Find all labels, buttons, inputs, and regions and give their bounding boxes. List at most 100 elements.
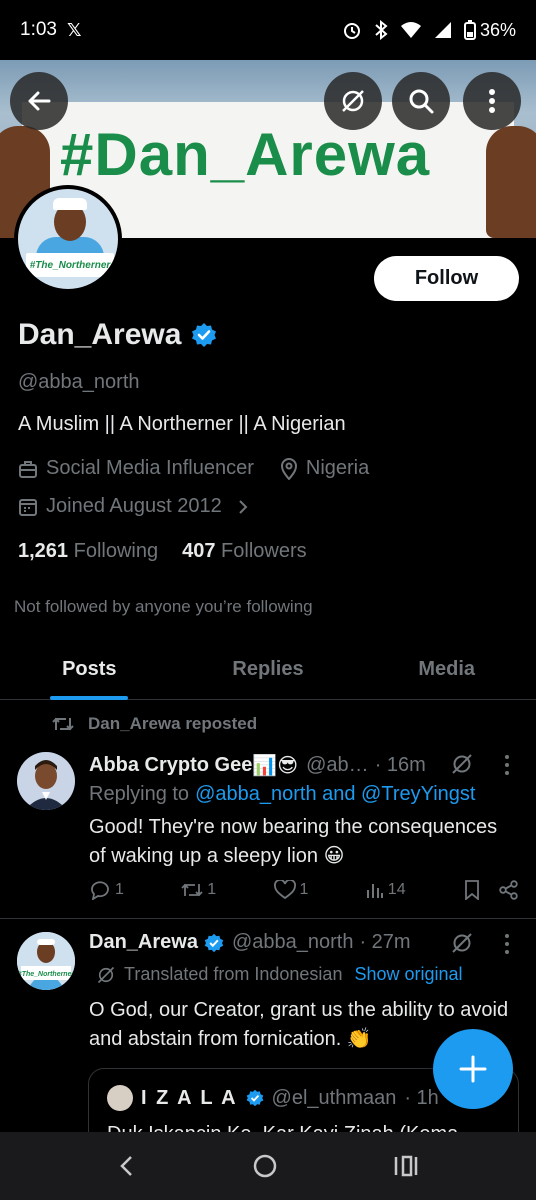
banner-hand-right — [486, 126, 536, 238]
x-logo-icon: 𝕏 — [66, 19, 82, 40]
tweet-more-icon[interactable] — [504, 754, 510, 776]
plus-icon — [459, 1055, 487, 1083]
arrow-left-icon — [28, 91, 51, 111]
reply-prefix: Replying to — [89, 783, 190, 805]
quoted-tweet-header: I Z A L A @el_uthmaan · 1h — [107, 1085, 439, 1111]
avatar-portrait — [17, 752, 75, 810]
bookmark-share-group — [463, 880, 519, 900]
bluetooth-icon — [375, 20, 388, 40]
profile-display-name: Dan_Arewa — [18, 318, 182, 351]
verified-badge-icon — [246, 1089, 263, 1107]
reply-context: Replying to @abba_north and @TreyYingst — [89, 783, 475, 806]
followers-label: Followers — [221, 540, 307, 562]
tab-media[interactable]: Media — [357, 640, 536, 699]
translation-row: Translated from Indonesian Show original — [96, 964, 463, 985]
views-chart-icon — [366, 884, 383, 898]
tweet-author-name[interactable]: Dan_Arewa — [89, 931, 198, 954]
back-button[interactable] — [10, 72, 68, 130]
more-vertical-icon — [489, 89, 495, 113]
profile-bio: A Muslim || A Northerner || A Nigerian — [18, 413, 346, 435]
avatar-cap — [53, 198, 87, 210]
profile-joined: Joined August 2012 — [46, 495, 222, 517]
profile-joined-row[interactable]: Joined August 2012 — [18, 495, 250, 518]
status-bar: 1:03 𝕏 36% — [0, 0, 536, 60]
followers-link[interactable]: 407 Followers — [182, 540, 307, 563]
quoted-author-name: I Z A L A — [141, 1086, 238, 1109]
location-pin-icon — [280, 457, 297, 480]
more-options-button[interactable] — [463, 72, 521, 130]
status-icons: 36% — [342, 20, 516, 41]
verified-badge-icon[interactable] — [191, 322, 217, 348]
tab-posts-label: Posts — [62, 658, 117, 680]
nav-recents-icon[interactable] — [393, 1154, 419, 1178]
reply-to-users[interactable]: @abba_north and @TreyYingst — [195, 783, 475, 806]
briefcase-icon — [19, 460, 37, 478]
profile-tabs: Posts Replies Media — [0, 640, 536, 700]
profile-avatar[interactable]: #The_Northerner — [14, 185, 122, 293]
show-original-link[interactable]: Show original — [354, 964, 462, 985]
tweet-author-handle[interactable]: @abba_north — [232, 931, 354, 954]
following-link[interactable]: 1,261 Following — [18, 540, 158, 563]
grok-icon — [342, 90, 364, 112]
tweet-author-handle[interactable]: @ab… — [306, 754, 369, 777]
verified-badge-icon[interactable] — [204, 933, 224, 953]
tweet-author-avatar[interactable] — [17, 752, 75, 810]
avatar-portrait: #The_Northerner — [17, 932, 75, 990]
share-icon[interactable] — [499, 880, 519, 900]
bookmark-icon[interactable] — [463, 880, 481, 900]
compose-button[interactable] — [433, 1029, 513, 1109]
battery-percent: 36% — [479, 19, 516, 40]
profile-handle: @abba_north — [18, 371, 140, 393]
reply-button[interactable]: 1 — [89, 880, 124, 900]
tweet-author-avatar[interactable]: #The_Northerner — [17, 932, 75, 990]
grok-icon[interactable] — [450, 752, 474, 776]
tweet-actions: 1 1 1 14 — [89, 880, 519, 900]
views-count: 14 — [387, 881, 406, 898]
profile-category: Social Media Influencer — [46, 457, 254, 479]
tweet-text: Good! They're now bearing the consequenc… — [89, 816, 498, 867]
tab-posts[interactable]: Posts — [0, 640, 179, 699]
not-followed-note: Not followed by anyone you’re following — [14, 597, 313, 616]
wifi-icon — [400, 22, 421, 38]
translate-icon — [97, 966, 115, 983]
follow-button[interactable]: Follow — [374, 256, 519, 301]
reply-icon — [91, 881, 109, 900]
repost-button[interactable]: 1 — [181, 881, 216, 899]
repost-icon — [52, 717, 74, 731]
search-button[interactable] — [392, 72, 450, 130]
grok-icon[interactable] — [450, 931, 474, 955]
quoted-time: · 1h — [404, 1086, 439, 1109]
tweet-author-name[interactable]: Abba Crypto Gee — [89, 754, 252, 777]
translated-label: Translated from Indonesian — [124, 964, 343, 984]
tab-replies-label: Replies — [232, 658, 304, 680]
like-button[interactable]: 1 — [273, 880, 308, 900]
tweet-time[interactable]: · 27m — [359, 931, 410, 954]
tweet-time[interactable]: · 16m — [375, 754, 426, 777]
repost-count: 1 — [207, 881, 217, 898]
tab-media-label: Media — [418, 658, 476, 680]
chevron-right-icon — [238, 499, 248, 514]
profile-location: Nigeria — [305, 457, 370, 479]
following-label: Following — [73, 540, 159, 562]
repost-label: Dan_Arewa reposted — [88, 714, 258, 733]
avatar-sign-text: #The_Northerner — [18, 971, 75, 978]
tweet-divider — [0, 918, 536, 919]
tweet-author-emoji: 📊😎 — [252, 755, 299, 777]
alarm-icon — [343, 23, 360, 39]
tweet-more-icon[interactable] — [504, 933, 510, 955]
search-icon — [409, 89, 434, 114]
nav-home-icon[interactable] — [252, 1153, 278, 1179]
signal-icon — [434, 22, 451, 38]
views-button[interactable]: 14 — [366, 881, 406, 899]
heart-icon — [273, 880, 296, 900]
tab-replies[interactable]: Replies — [179, 640, 358, 699]
nav-back-icon[interactable] — [117, 1154, 137, 1178]
active-tab-indicator — [50, 696, 128, 700]
battery-icon — [463, 20, 476, 40]
tweet-header: Abba Crypto Gee 📊😎 @ab… · 16m — [89, 753, 426, 778]
system-navigation-bar — [0, 1132, 536, 1200]
following-count: 1,261 — [18, 540, 69, 562]
quoted-author-handle: @el_uthmaan — [271, 1086, 397, 1109]
profile-stats: 1,261 Following 407 Followers — [18, 540, 307, 563]
grok-button[interactable] — [324, 72, 382, 130]
